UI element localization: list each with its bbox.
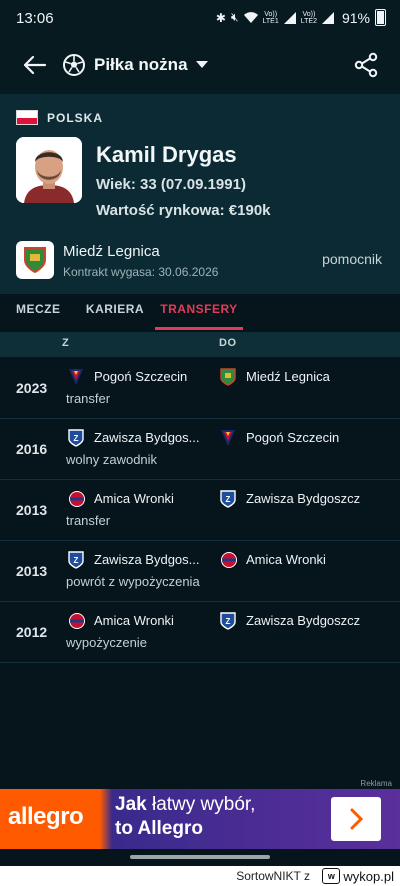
dropdown-caret-icon [195, 61, 208, 68]
transfer-year: 2013 [16, 502, 48, 518]
battery-percent: 91% [341, 9, 370, 26]
player-position: pomocnik [322, 251, 382, 267]
club-name: Miedź Legnica [63, 243, 160, 260]
transfer-type: transfer [66, 391, 111, 406]
signal-1-icon [283, 11, 296, 24]
to-club-name[interactable]: Amica Wronki [246, 552, 326, 567]
sport-name: Piłka nożna [94, 55, 188, 74]
transfer-year: 2016 [16, 441, 48, 457]
wykop-logo-icon: w [322, 868, 341, 884]
to-club-crest-icon: Z [220, 490, 236, 508]
player-name: Kamil Drygas [96, 142, 237, 167]
column-to: DO [219, 337, 237, 349]
tab-transfery[interactable]: TRANSFERY [155, 294, 243, 330]
player-header: POLSKA Kamil Drygas Wiek: 33 (07.09.1991… [0, 94, 400, 294]
ad-line1-bold: Jak [115, 794, 147, 815]
to-club-name[interactable]: Zawisza Bydgoszcz [246, 613, 360, 628]
to-club-name[interactable]: Pogoń Szczecin [246, 430, 339, 445]
to-club-crest-icon [220, 429, 236, 447]
back-arrow-icon[interactable] [20, 50, 50, 80]
transfer-row[interactable]: 2012 Amica Wronki Z Zawisza Bydgoszcz wypoży… [0, 602, 400, 663]
transfer-row[interactable]: 2016 Z Zawisza Bydgos... Pogoń Szczecin woln… [0, 419, 400, 480]
status-icons: ✱ 🔇︎ Vo)) LTE1 Vo)) LTE2 91% [216, 9, 386, 26]
from-club-crest-icon [68, 612, 85, 630]
ad-line2: to Allegro [115, 818, 203, 839]
transfer-year: 2023 [16, 380, 48, 396]
miedz-legnica-crest-icon [16, 241, 54, 279]
svg-text:Z: Z [226, 495, 231, 504]
from-club-crest-icon: Z [68, 429, 84, 447]
ad-label: Reklama [360, 779, 392, 788]
allegro-logo: allegro [8, 803, 84, 830]
status-time: 13:06 [16, 10, 54, 27]
from-club-crest-icon [68, 490, 85, 508]
from-club-name[interactable]: Amica Wronki [94, 613, 174, 628]
wifi-icon [243, 11, 258, 23]
allegro-ad-banner[interactable]: allegro Jak łatwy wybór, to Allegro [0, 789, 400, 849]
tab-mecze[interactable]: MECZE [16, 294, 72, 330]
transfers-table-header: Z DO [0, 332, 400, 357]
to-club-name[interactable]: Miedź Legnica [246, 369, 330, 384]
from-club-name[interactable]: Amica Wronki [94, 491, 174, 506]
player-photo [16, 137, 82, 203]
svg-text:Z: Z [226, 617, 231, 626]
to-club-crest-icon: Z [220, 612, 236, 630]
ad-arrow-button[interactable] [331, 797, 381, 841]
top-app-bar: Piłka nożna [0, 38, 400, 94]
svg-text:Z: Z [74, 434, 79, 443]
transfer-year: 2012 [16, 624, 48, 640]
watermark-user: SortowNIKT z [236, 869, 310, 883]
from-club-name[interactable]: Zawisza Bydgos... [94, 552, 200, 567]
bluetooth-icon: ✱ [215, 10, 226, 25]
watermark-bar: SortowNIKT z w wykop.pl [0, 866, 400, 886]
current-club-row[interactable]: Miedź Legnica Kontrakt wygasa: 30.06.202… [0, 239, 400, 284]
column-from: Z [62, 337, 70, 349]
country-name: POLSKA [47, 110, 104, 125]
chevron-right-icon [350, 808, 364, 830]
sport-selector[interactable]: Piłka nożna [62, 50, 208, 80]
signal-1-label: Vo)) LTE1 [262, 10, 279, 25]
to-club-crest-icon [220, 368, 236, 386]
contract-expiry: Kontrakt wygasa: 30.06.2026 [63, 265, 219, 279]
to-club-name[interactable]: Zawisza Bydgoszcz [246, 491, 360, 506]
player-market-value: Wartość rynkowa: €190k [96, 202, 271, 219]
from-club-name[interactable]: Zawisza Bydgos... [94, 430, 200, 445]
transfer-row[interactable]: 2013 Z Zawisza Bydgos... Amica Wronki powrót… [0, 541, 400, 602]
battery-icon [375, 9, 386, 26]
from-club-crest-icon [68, 368, 84, 386]
watermark-site: w wykop.pl [322, 868, 394, 884]
poland-flag-icon [16, 110, 38, 125]
ad-line1-rest: łatwy wybór, [146, 794, 256, 815]
to-club-crest-icon [220, 551, 237, 569]
from-club-crest-icon: Z [68, 551, 84, 569]
status-bar: 13:06 ✱ 🔇︎ Vo)) LTE1 Vo)) LTE2 91% [0, 0, 400, 38]
transfer-row[interactable]: 2013 Amica Wronki Z Zawisza Bydgoszcz transf… [0, 480, 400, 541]
tab-bar: MECZE KARIERA TRANSFERY [0, 294, 400, 330]
from-club-name[interactable]: Pogoń Szczecin [94, 369, 187, 384]
transfer-type: wypożyczenie [66, 635, 147, 650]
transfer-row[interactable]: 2023 Pogoń Szczecin Miedź Legnica transfer [0, 358, 400, 419]
transfer-year: 2013 [16, 563, 48, 579]
transfer-type: transfer [66, 513, 111, 528]
transfer-type: wolny zawodnik [66, 452, 158, 467]
player-age: Wiek: 33 (07.09.1991) [96, 176, 246, 193]
ad-text: Jak łatwy wybór, to Allegro [115, 793, 255, 841]
home-gesture-handle[interactable] [130, 855, 270, 859]
tab-kariera[interactable]: KARIERA [82, 294, 148, 330]
transfer-type: powrót z wypożyczenia [66, 574, 200, 589]
signal-2-icon [321, 11, 334, 24]
watermark-site-name: wykop.pl [343, 868, 394, 884]
svg-text:Z: Z [74, 556, 79, 565]
country-row[interactable]: POLSKA [16, 110, 103, 125]
share-icon[interactable] [354, 50, 378, 80]
soccer-ball-icon [63, 54, 85, 76]
signal-2-label: Vo)) LTE2 [300, 10, 317, 25]
mute-icon: 🔇︎ [230, 10, 239, 24]
